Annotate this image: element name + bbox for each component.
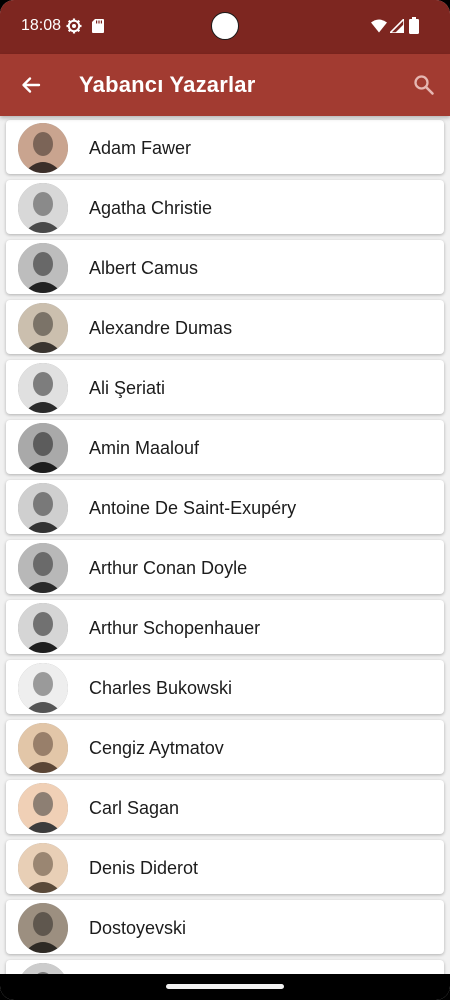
- list-item[interactable]: Carl Sagan: [6, 780, 444, 834]
- arrow-left-icon[interactable]: [16, 70, 46, 100]
- author-name: Alexandre Dumas: [89, 318, 233, 338]
- list-item[interactable]: Cengiz Aytmatov: [6, 720, 444, 774]
- list-item[interactable]: Adam Fawer: [6, 120, 444, 174]
- avatar: [18, 183, 68, 233]
- avatar: [18, 483, 68, 533]
- list-item[interactable]: [6, 960, 444, 974]
- avatar: [18, 783, 68, 833]
- list-item[interactable]: Antoine De Saint-Exupéry: [6, 480, 444, 534]
- battery-icon: [409, 17, 419, 34]
- author-name: Carl Sagan: [89, 798, 180, 818]
- author-name: Denis Diderot: [89, 858, 199, 878]
- author-name: Cengiz Aytmatov: [89, 738, 224, 758]
- avatar: [18, 963, 68, 974]
- author-name: Albert Camus: [89, 258, 199, 278]
- list-item[interactable]: Denis Diderot: [6, 840, 444, 894]
- home-indicator[interactable]: [166, 984, 284, 989]
- author-name: Dostoyevski: [89, 918, 187, 938]
- avatar: [18, 843, 68, 893]
- author-list[interactable]: Adam Fawer Agatha Christie Albert Camus Ale…: [0, 118, 450, 974]
- author-name: Arthur Schopenhauer: [89, 618, 261, 638]
- app-bar: Yabancı Yazarlar: [0, 54, 450, 116]
- search-icon[interactable]: [409, 70, 439, 100]
- wifi-icon: [371, 19, 387, 33]
- signal-icon: [390, 19, 404, 33]
- page-title: Yabancı Yazarlar: [79, 72, 256, 97]
- avatar: [18, 723, 68, 773]
- list-item[interactable]: Albert Camus: [6, 240, 444, 294]
- navigation-bar: [0, 974, 450, 1000]
- author-name: Charles Bukowski: [89, 678, 233, 698]
- author-name: Antoine De Saint-Exupéry: [89, 498, 297, 518]
- sd-card-icon: [92, 19, 104, 33]
- list-item[interactable]: Arthur Schopenhauer: [6, 600, 444, 654]
- list-item[interactable]: Dostoyevski: [6, 900, 444, 954]
- author-name: Amin Maalouf: [89, 438, 200, 458]
- avatar: [18, 543, 68, 593]
- avatar: [18, 663, 68, 713]
- list-item[interactable]: Alexandre Dumas: [6, 300, 444, 354]
- avatar: [18, 363, 68, 413]
- avatar: [18, 123, 68, 173]
- status-bar: 18:08: [0, 0, 450, 54]
- status-time: 18:08: [21, 17, 62, 34]
- list-item[interactable]: Amin Maalouf: [6, 420, 444, 474]
- avatar: [18, 243, 68, 293]
- author-name: Agatha Christie: [89, 198, 213, 218]
- avatar: [18, 903, 68, 953]
- list-item[interactable]: Charles Bukowski: [6, 660, 444, 714]
- phone-screen: 18:08 Yabancı Yazarlar Adam Fawer Agatha…: [0, 0, 450, 1000]
- list-item[interactable]: Arthur Conan Doyle: [6, 540, 444, 594]
- author-name: Arthur Conan Doyle: [89, 558, 248, 578]
- author-name: Ali Şeriati: [89, 378, 166, 398]
- avatar: [18, 423, 68, 473]
- list-item[interactable]: Agatha Christie: [6, 180, 444, 234]
- camera-cutout: [211, 12, 239, 40]
- avatar: [18, 603, 68, 653]
- list-item[interactable]: Ali Şeriati: [6, 360, 444, 414]
- avatar: [18, 303, 68, 353]
- gear-icon: [66, 18, 82, 34]
- author-name: Adam Fawer: [89, 138, 192, 158]
